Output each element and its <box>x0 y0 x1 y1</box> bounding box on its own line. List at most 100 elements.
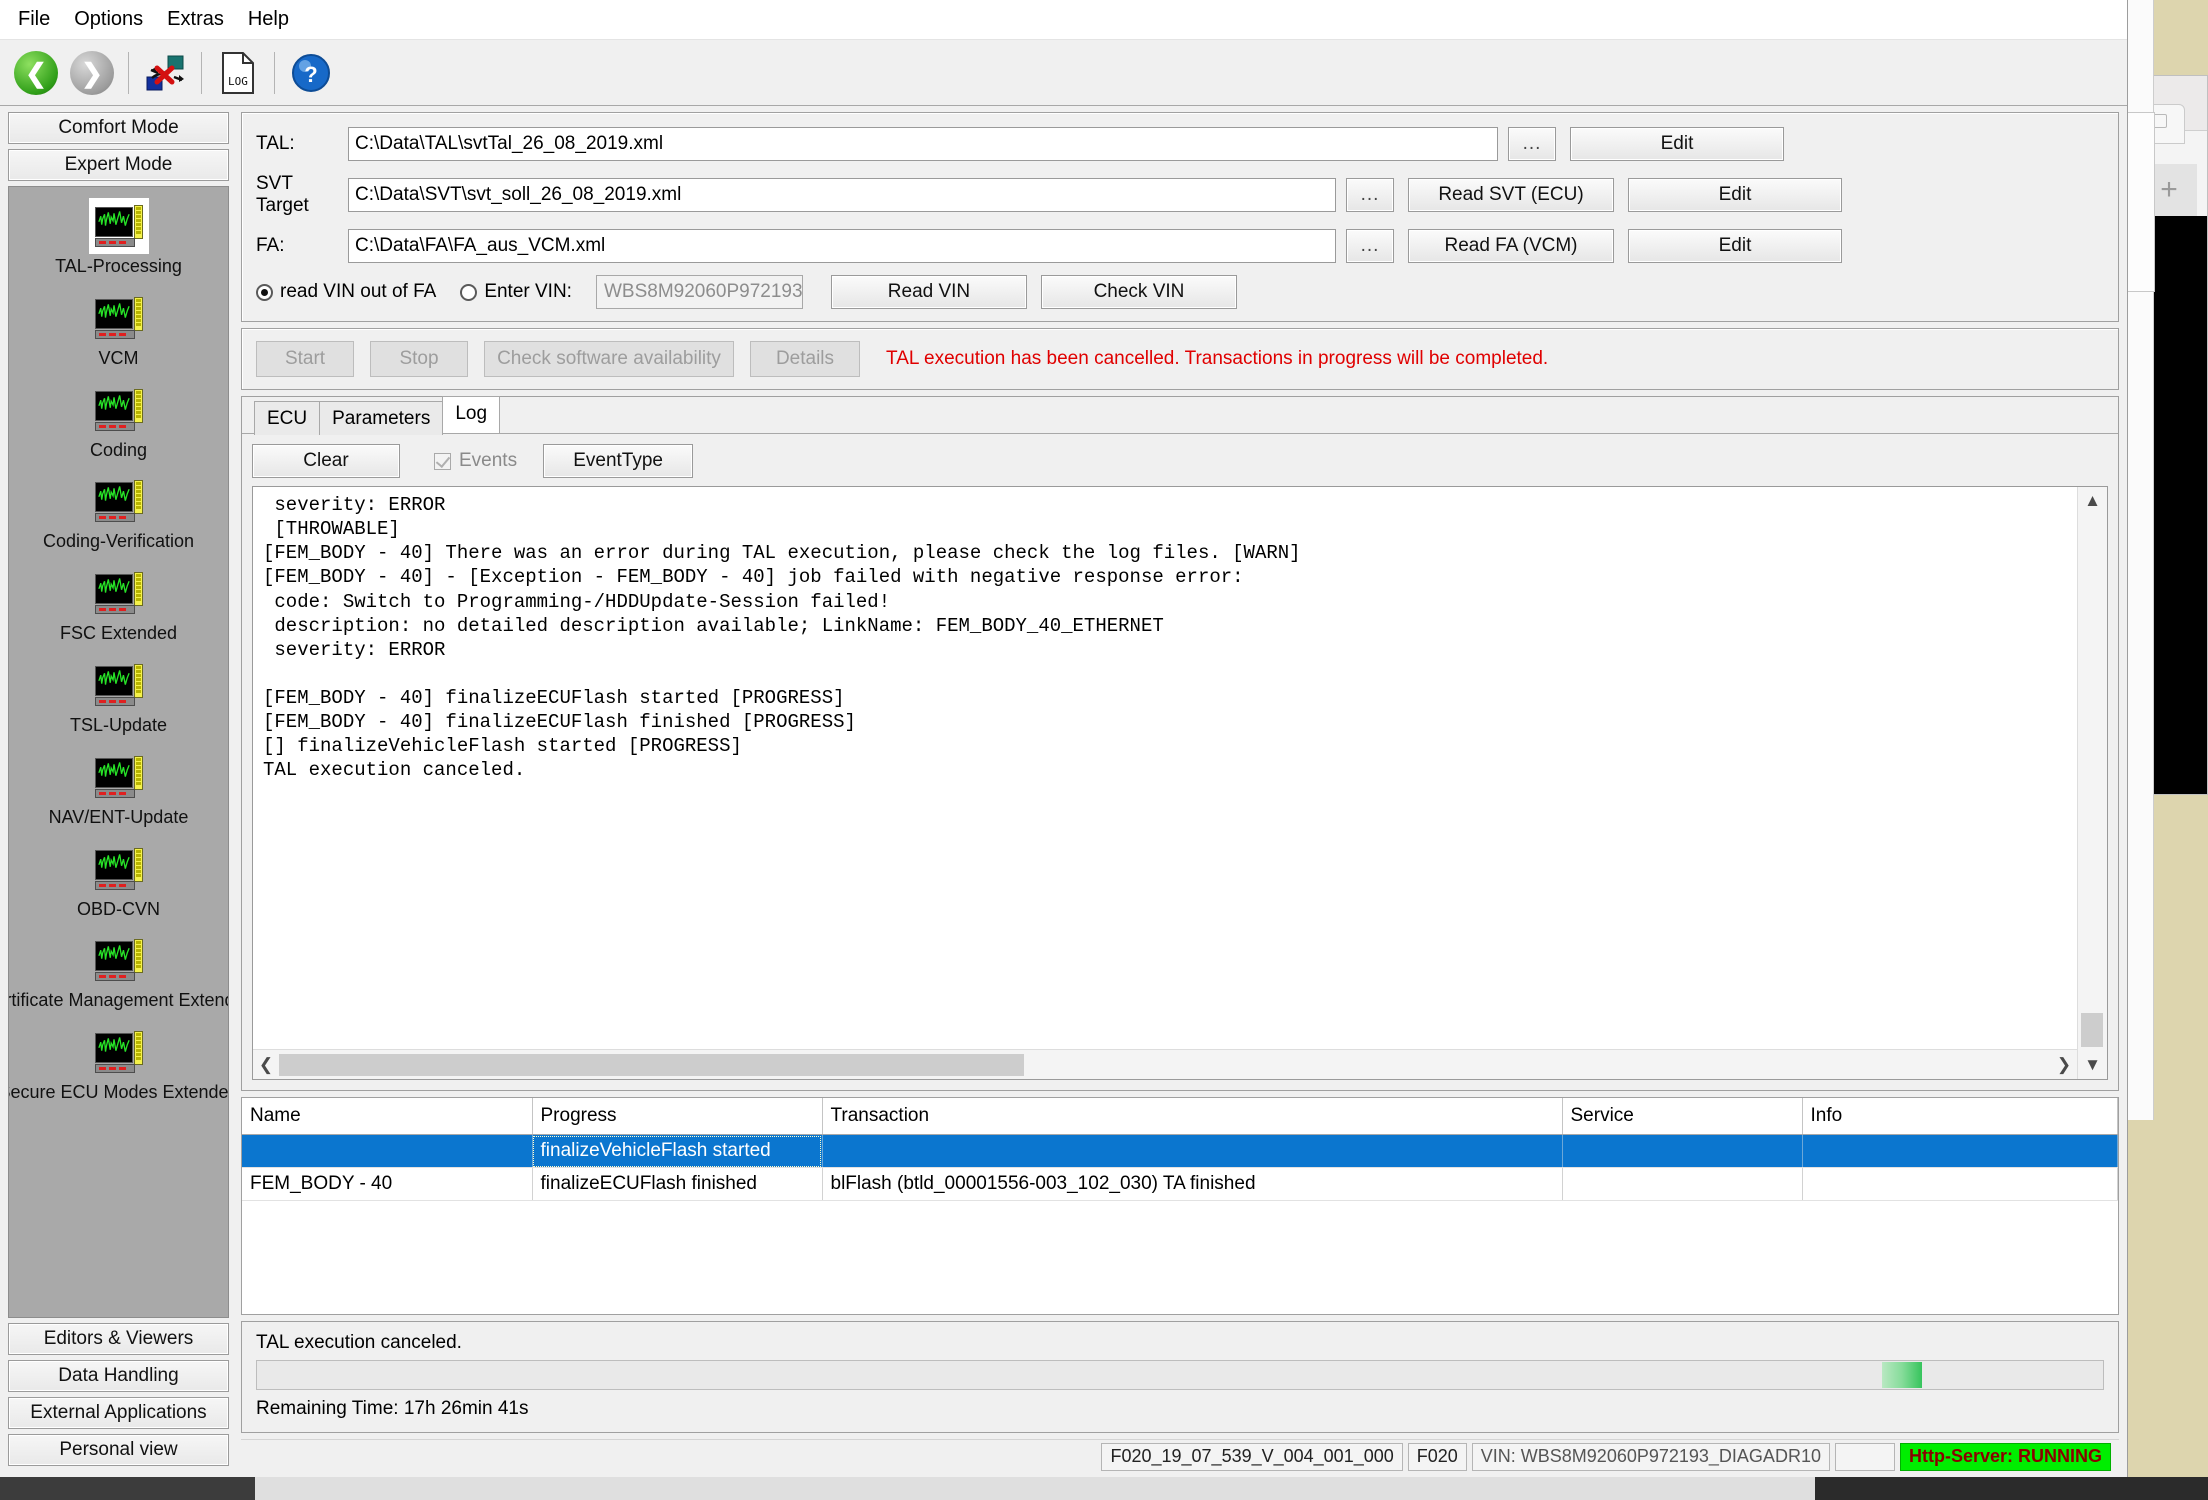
waveform-icon <box>97 211 130 226</box>
scope-level-bar <box>133 572 143 607</box>
scope-icon-wrapper <box>90 383 148 437</box>
forward-button[interactable]: ❯ <box>64 45 120 101</box>
sidebar-item-secure-ecu-modes-extended[interactable]: Secure ECU Modes Extended <box>9 1025 228 1103</box>
read-svt-ecu-button[interactable]: Read SVT (ECU) <box>1408 178 1614 212</box>
fa-input[interactable]: C:\Data\FA\FA_aus_VCM.xml <box>348 229 1336 263</box>
column-header-name[interactable]: Name <box>242 1098 533 1135</box>
stop-button[interactable]: Stop <box>370 341 468 377</box>
table-row[interactable]: finalizeVehicleFlash started <box>242 1134 2118 1168</box>
menu-bar: File Options Extras Help <box>0 0 2127 40</box>
cell-transaction: blFlash (btld_00001556-003_102_030) TA f… <box>822 1167 1563 1201</box>
cell-service <box>1562 1167 1803 1201</box>
log-vertical-scrollbar[interactable]: ▲ ▼ <box>2077 487 2107 1079</box>
log-file-button[interactable]: LOG <box>210 45 266 101</box>
details-button[interactable]: Details <box>750 341 860 377</box>
vertical-scroll-thumb[interactable] <box>2081 1013 2103 1047</box>
status-spacer <box>1834 1442 1895 1471</box>
connection-button[interactable] <box>137 45 193 101</box>
svt-browse-button[interactable]: ... <box>1346 178 1394 212</box>
menu-item-options[interactable]: Options <box>62 4 155 35</box>
menu-item-extras[interactable]: Extras <box>155 4 236 35</box>
taskbar[interactable] <box>0 1477 2208 1500</box>
chevron-left-icon[interactable]: ❮ <box>253 1050 279 1079</box>
oscilloscope-icon <box>94 296 143 340</box>
check-vin-button[interactable]: Check VIN <box>1040 275 1237 309</box>
scope-icon-wrapper <box>90 750 148 804</box>
tal-edit-button[interactable]: Edit <box>1570 127 1784 161</box>
sidebar-item-certificate-management-extended[interactable]: Certificate Management Extended <box>9 933 228 1011</box>
menu-item-file[interactable]: File <box>6 4 62 35</box>
fa-browse-button[interactable]: ... <box>1346 229 1394 263</box>
radio-read-vin-out-of-fa[interactable]: read VIN out of FA <box>256 281 436 303</box>
sidebar-item-nav-ent-update[interactable]: NAV/ENT-Update <box>9 750 228 828</box>
chevron-up-icon[interactable]: ▲ <box>2079 487 2106 515</box>
scope-base <box>94 788 135 798</box>
taskbar-left-segment <box>0 1477 255 1500</box>
table-row[interactable]: FEM_BODY - 40 finalizeECUFlash finished … <box>242 1167 2118 1201</box>
tal-browse-button[interactable]: ... <box>1508 127 1556 161</box>
waveform-icon <box>97 670 130 685</box>
fa-edit-button[interactable]: Edit <box>1628 229 1842 263</box>
read-fa-vcm-button[interactable]: Read FA (VCM) <box>1408 229 1614 263</box>
sidebar-item-coding-verification[interactable]: Coding-Verification <box>9 474 228 552</box>
waveform-icon <box>97 578 130 593</box>
log-horizontal-scrollbar[interactable]: ❮ ❯ <box>253 1049 2077 1079</box>
sidebar-button-editors-viewers[interactable]: Editors & Viewers <box>8 1323 229 1355</box>
tal-label: TAL: <box>256 133 295 154</box>
svt-input[interactable]: C:\Data\SVT\svt_soll_26_08_2019.xml <box>348 178 1336 212</box>
tab-log[interactable]: Log <box>442 396 501 433</box>
check-software-availability-button[interactable]: Check software availability <box>484 341 734 377</box>
status-bar: F020_19_07_539_V_004_001_000 F020 VIN: W… <box>241 1439 2119 1473</box>
sidebar-button-data-handling[interactable]: Data Handling <box>8 1360 229 1392</box>
waveform-icon <box>97 945 130 961</box>
scope-base <box>94 513 135 523</box>
column-header-transaction[interactable]: Transaction <box>822 1098 1563 1135</box>
sidebar-item-vcm[interactable]: VCM <box>9 291 228 369</box>
tab-ecu[interactable]: ECU <box>254 401 321 435</box>
sidebar-item-tsl-update[interactable]: TSL-Update <box>9 658 228 736</box>
eventtype-button[interactable]: EventType <box>543 444 694 478</box>
sidebar-item-tal-processing[interactable]: TAL-Processing <box>9 199 228 277</box>
chevron-right-icon[interactable]: ❯ <box>2051 1050 2077 1079</box>
log-text[interactable]: severity: ERROR [THROWABLE] [FEM_BODY - … <box>253 487 2077 1049</box>
help-button[interactable]: ? <box>283 45 339 101</box>
sidebar-button-personal-view[interactable]: Personal view <box>8 1434 229 1466</box>
menu-item-help[interactable]: Help <box>236 4 301 35</box>
scope-base <box>94 1064 135 1074</box>
events-checkbox[interactable]: Events <box>434 450 517 472</box>
sidebar-button-external-applications[interactable]: External Applications <box>8 1397 229 1429</box>
radio-enter-vin[interactable]: Enter VIN: <box>460 281 572 303</box>
vin-input[interactable]: WBS8M92060P972193 <box>595 275 803 309</box>
radio-read-vin-label: read VIN out of FA <box>280 281 437 302</box>
sidebar-item-obd-cvn[interactable]: OBD-CVN <box>9 842 228 920</box>
svg-text:?: ? <box>304 62 317 87</box>
svg-text:LOG: LOG <box>228 75 248 88</box>
column-header-progress[interactable]: Progress <box>532 1098 823 1135</box>
sidebar-item-coding[interactable]: Coding <box>9 383 228 461</box>
svt-label: SVT Target <box>256 173 309 216</box>
sidebar-button-expert-mode[interactable]: Expert Mode <box>8 149 229 181</box>
tab-panel: ECU Parameters Log Clear Events EventTyp… <box>241 396 2119 1091</box>
tal-input[interactable]: C:\Data\TAL\svtTal_26_08_2019.xml <box>348 127 1498 161</box>
sidebar-item-fsc-extended[interactable]: FSC Extended <box>9 566 228 644</box>
column-header-info[interactable]: Info <box>1802 1098 2118 1135</box>
clear-log-button[interactable]: Clear <box>252 444 400 478</box>
sidebar-icon-list: TAL-Processing VCM Coding Coding-Verificati… <box>8 186 229 1318</box>
vertical-scroll-track[interactable] <box>2078 515 2107 1051</box>
read-vin-button[interactable]: Read VIN <box>830 275 1027 309</box>
oscilloscope-icon <box>94 479 143 523</box>
svt-edit-button[interactable]: Edit <box>1628 178 1842 212</box>
tab-bar: ECU Parameters Log <box>242 396 2118 435</box>
horizontal-scroll-thumb[interactable] <box>279 1053 1024 1076</box>
column-header-service[interactable]: Service <box>1562 1098 1803 1135</box>
sidebar-button-comfort-mode[interactable]: Comfort Mode <box>8 112 229 144</box>
scope-base <box>94 238 135 247</box>
scope-level-bar <box>133 847 143 882</box>
progress-bar <box>256 1360 2104 1390</box>
radio-button-selected-icon <box>256 283 273 301</box>
tab-parameters[interactable]: Parameters <box>319 401 444 435</box>
fa-row: FA: C:\Data\FA\FA_aus_VCM.xml ... Read F… <box>256 229 2104 263</box>
start-button[interactable]: Start <box>256 341 354 377</box>
chevron-down-icon[interactable]: ▼ <box>2079 1051 2106 1079</box>
back-button[interactable]: ❮ <box>8 45 64 101</box>
